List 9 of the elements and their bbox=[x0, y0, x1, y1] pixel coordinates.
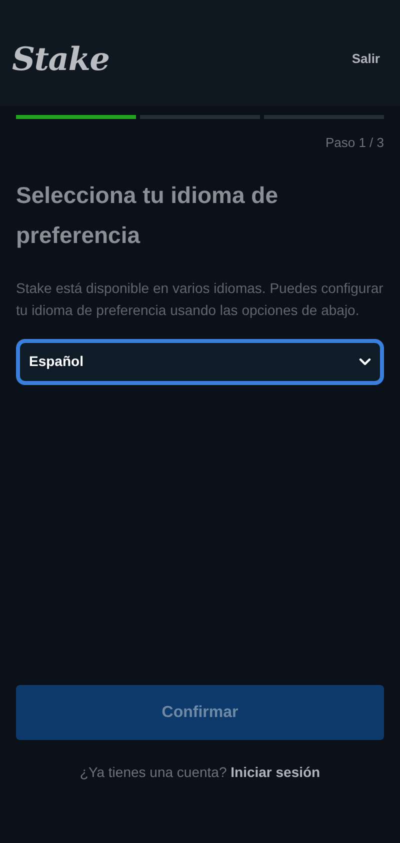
language-select[interactable]: Español bbox=[16, 338, 384, 384]
login-link[interactable]: Iniciar sesión bbox=[230, 764, 320, 780]
exit-link[interactable]: Salir bbox=[352, 49, 388, 69]
page-title: Selecciona tu idioma de preferencia bbox=[16, 180, 280, 250]
step-label: Paso 1 / 3 bbox=[325, 134, 384, 152]
login-prompt: ¿Ya tienes una cuenta? Iniciar sesión bbox=[80, 763, 320, 782]
chevron-down-icon bbox=[359, 358, 371, 366]
description: Stake está disponible en varios idiomas. Puedes configurar tu idioma de preferencia usando las opciones de abajo. bbox=[16, 278, 384, 320]
logo: Stake bbox=[12, 39, 110, 80]
